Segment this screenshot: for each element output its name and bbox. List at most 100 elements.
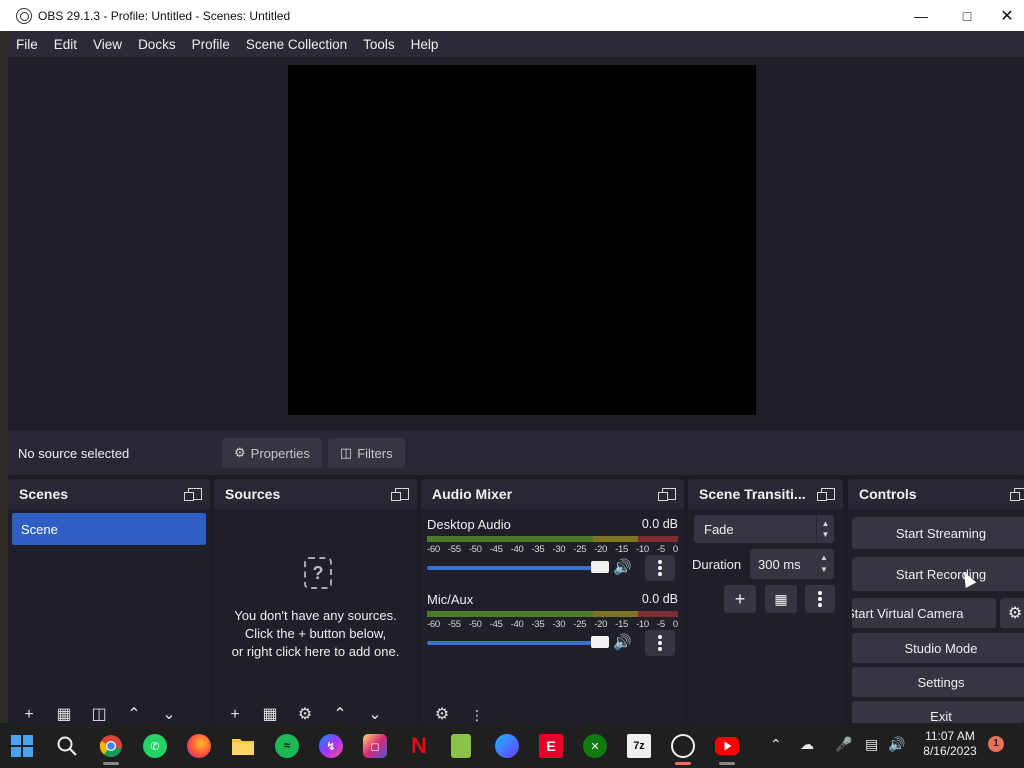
undock-icon[interactable] — [391, 488, 409, 501]
empty-line: You don't have any sources. — [234, 608, 397, 623]
scene-item[interactable]: Scene — [12, 513, 206, 545]
channel-db: 0.0 dB — [641, 592, 678, 606]
menu-scene-collection[interactable]: Scene Collection — [238, 37, 355, 52]
espn-icon[interactable]: E — [539, 734, 563, 758]
volume-slider[interactable] — [427, 641, 603, 645]
menu-edit[interactable]: Edit — [46, 37, 85, 52]
windows-start-icon[interactable] — [10, 734, 34, 758]
transition-select[interactable]: Fade ▲ ▼ — [694, 515, 834, 543]
add-scene-icon[interactable]: + — [15, 707, 43, 723]
speaker-icon[interactable]: 🔊 — [613, 558, 632, 576]
obs-icon[interactable] — [671, 734, 695, 758]
studio-mode-button[interactable]: Studio Mode — [852, 633, 1024, 663]
spin-arrows-icon[interactable]: ▲ ▼ — [814, 549, 834, 579]
spotify-icon[interactable]: ≈ — [275, 734, 299, 758]
whatsapp-icon[interactable]: ✆ — [143, 734, 167, 758]
undock-icon[interactable] — [1010, 488, 1024, 501]
clock-date: 8/16/2023 — [923, 744, 977, 758]
active-app-indicator — [103, 762, 119, 765]
scenes-list[interactable]: Scene + ▦ ◫ ⌃ ⌄ — [8, 509, 210, 723]
no-source-label: No source selected — [18, 445, 130, 461]
filter-icon[interactable]: ◫ — [85, 707, 113, 723]
netflix-icon[interactable]: N — [407, 733, 431, 758]
duration-spinbox[interactable]: 300 ms ▲ ▼ — [750, 549, 834, 579]
active-app-indicator — [675, 762, 691, 765]
window-title: OBS 29.1.3 - Profile: Untitled - Scenes:… — [38, 8, 291, 23]
scenes-title: Scenes — [19, 486, 69, 502]
add-transition-button[interactable]: + — [724, 585, 756, 613]
channel-menu-button[interactable] — [645, 555, 675, 581]
chevron-down-icon[interactable]: ⌄ — [155, 707, 183, 723]
menu-file[interactable]: File — [8, 37, 46, 52]
menu-help[interactable]: Help — [403, 37, 447, 52]
menu-tools[interactable]: Tools — [355, 37, 403, 52]
sevenzip-icon[interactable]: 7z — [627, 734, 651, 758]
volume-meter — [427, 611, 678, 617]
volume-slider-handle[interactable] — [591, 561, 609, 573]
speaker-icon[interactable]: 🔊 — [613, 633, 632, 651]
photos-icon[interactable] — [495, 734, 519, 758]
start-streaming-button[interactable]: Start Streaming — [852, 517, 1024, 549]
properties-button[interactable]: ⚙ Properties — [222, 438, 322, 468]
transition-menu-button[interactable] — [805, 585, 835, 613]
volume-meter — [427, 536, 678, 542]
transition-select-value: Fade — [704, 521, 734, 537]
exit-button[interactable]: Exit — [852, 701, 1024, 723]
settings-button[interactable]: Settings — [852, 667, 1024, 697]
sources-list[interactable]: ? You don't have any sources. Click the … — [214, 509, 417, 723]
undock-icon[interactable] — [817, 488, 835, 501]
instagram-icon[interactable]: ◻ — [363, 734, 387, 758]
volume-slider[interactable] — [427, 566, 603, 570]
meter-ticks: -60 -55 -50 -45 -40 -35 -30 -25 -20 -15 -10 -5 0 — [427, 619, 678, 630]
trash-icon[interactable]: ▦ — [256, 707, 284, 723]
volume-slider-handle[interactable] — [591, 636, 609, 648]
close-button[interactable]: ✕ — [990, 0, 1024, 31]
undock-icon[interactable] — [184, 488, 202, 501]
search-icon[interactable] — [55, 734, 79, 758]
maximize-button[interactable]: □ — [944, 0, 990, 31]
menu-profile[interactable]: Profile — [184, 37, 238, 52]
trash-icon: ▦ — [774, 590, 788, 607]
file-explorer-icon[interactable] — [231, 734, 255, 758]
more-vertical-icon[interactable]: ⋮ — [463, 707, 491, 723]
gear-icon[interactable]: ⚙ — [428, 707, 456, 723]
audio-mixer-dock: Audio Mixer Desktop Audio 0.0 dB -60 -55-… — [421, 479, 684, 723]
cloud-offline-icon[interactable]: ☁ — [800, 736, 814, 753]
controls-dock: Controls Start Streaming Start Recording… — [848, 479, 1024, 723]
trash-icon[interactable]: ▦ — [50, 707, 78, 723]
microphone-icon[interactable]: 🎤 — [835, 736, 852, 753]
menu-docks[interactable]: Docks — [130, 37, 184, 52]
messenger-icon[interactable]: ↯ — [319, 734, 343, 758]
channel-menu-button[interactable] — [645, 630, 675, 656]
xbox-icon[interactable]: ✕ — [583, 734, 607, 758]
channel-db: 0.0 dB — [641, 517, 678, 531]
firefox-icon[interactable] — [187, 734, 211, 758]
system-clock[interactable]: 11:07 AM 8/16/2023 — [910, 729, 990, 759]
filters-button[interactable]: ◫ Filters — [327, 438, 405, 468]
preview-area[interactable] — [8, 57, 1024, 431]
chevron-down-icon[interactable]: ⌄ — [361, 707, 389, 723]
preview-canvas[interactable] — [288, 65, 756, 415]
gear-icon[interactable]: ⚙ — [291, 707, 319, 723]
mixer-body: Desktop Audio 0.0 dB -60 -55 -50 -45 -40 -35-… — [421, 509, 684, 723]
network-icon[interactable]: ▤ — [865, 736, 878, 753]
chevron-up-icon[interactable]: ⌃ — [120, 707, 148, 723]
chevron-up-icon[interactable]: ⌃ — [326, 707, 354, 723]
chevron-up-icon[interactable]: ⌃ — [770, 736, 782, 753]
start-recording-button[interactable]: Start Recording — [852, 557, 1024, 591]
youtube-icon[interactable] — [715, 734, 739, 758]
add-source-icon[interactable]: + — [221, 707, 249, 723]
notification-badge[interactable]: 1 — [988, 736, 1004, 752]
virtual-camera-settings-button[interactable]: ⚙ — [1000, 598, 1024, 628]
start-virtual-camera-button[interactable]: Start Virtual Camera — [852, 598, 996, 628]
gear-icon: ⚙ — [1007, 605, 1023, 622]
properties-label: Properties — [250, 445, 310, 461]
undock-icon[interactable] — [658, 488, 676, 501]
notepad-icon[interactable] — [451, 734, 471, 758]
minimize-button[interactable]: — — [898, 0, 944, 31]
remove-transition-button[interactable]: ▦ — [765, 585, 797, 613]
menu-view[interactable]: View — [85, 37, 130, 52]
volume-icon[interactable]: 🔊 — [888, 736, 905, 753]
virtual-camera-label: Start Virtual Camera — [852, 605, 964, 621]
chrome-icon[interactable] — [99, 734, 123, 758]
